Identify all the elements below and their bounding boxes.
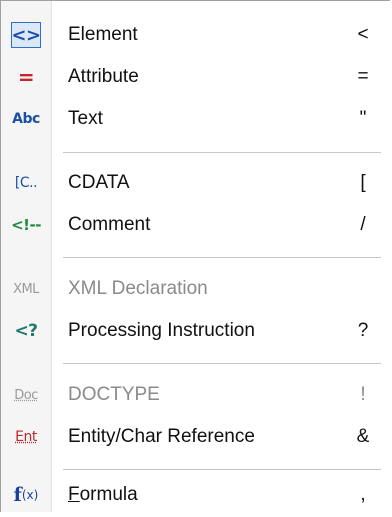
menu-item-label: CDATA	[68, 172, 130, 193]
text-icon: Abc	[12, 111, 40, 127]
shortcut-key: &	[356, 426, 370, 447]
menu-item-comment[interactable]: <!-- Comment /	[1, 203, 391, 247]
menu-separator	[63, 469, 381, 470]
cdata-icon: [C..	[14, 175, 38, 191]
menu-item-label: Entity/Char Reference	[68, 426, 255, 447]
attribute-icon: =	[17, 65, 35, 89]
shortcut-key: [	[360, 172, 366, 193]
formula-icon: f (x)	[13, 484, 39, 506]
shortcut-key: <	[357, 24, 369, 45]
shortcut-key: /	[360, 214, 366, 235]
comment-icon: <!--	[11, 216, 41, 234]
menu-item-label: XML Declaration	[68, 278, 208, 299]
shortcut-key: =	[357, 66, 369, 87]
shortcut-key: "	[359, 108, 367, 129]
menu-item-label: Attribute	[68, 66, 139, 87]
menu-separator	[63, 257, 381, 258]
menu-item-processing-instruction[interactable]: <? Processing Instruction ?	[1, 309, 391, 353]
shortcut-key: ,	[360, 484, 366, 505]
menu-item-label: DOCTYPE	[68, 384, 160, 405]
menu-item-attribute[interactable]: = Attribute =	[1, 55, 391, 99]
menu-item-cdata[interactable]: [C.. CDATA [	[1, 161, 391, 205]
entity-icon: Ent	[15, 429, 37, 445]
menu-item-xml-declaration[interactable]: XML XML Declaration	[1, 267, 391, 311]
menu-item-formula[interactable]: f (x) Formula ,	[1, 473, 391, 517]
element-icon-wrap: <>	[1, 13, 51, 57]
menu-item-label: Processing Instruction	[68, 320, 255, 341]
menu-item-label: Element	[68, 24, 138, 45]
menu-separator	[63, 152, 381, 153]
xml-declaration-icon: XML	[13, 281, 39, 297]
shortcut-key: ?	[357, 320, 369, 341]
menu-item-doctype[interactable]: Doc DOCTYPE !	[1, 373, 391, 417]
menu-item-element[interactable]: <> Element <	[1, 13, 391, 57]
doctype-icon: Doc	[14, 387, 38, 403]
element-icon: <>	[11, 22, 41, 48]
menu-item-label: Text	[68, 108, 103, 129]
shortcut-key: !	[360, 384, 366, 405]
menu-item-entity-char-reference[interactable]: Ent Entity/Char Reference &	[1, 415, 391, 459]
menu-item-label: Comment	[68, 214, 151, 235]
menu-item-text[interactable]: Abc Text "	[1, 97, 391, 141]
processing-instruction-icon: <?	[14, 321, 38, 341]
context-menu: <> Element < = Attribute = Abc Text " [C…	[0, 0, 390, 512]
menu-separator	[63, 363, 381, 364]
menu-item-label: Formula	[68, 484, 138, 505]
